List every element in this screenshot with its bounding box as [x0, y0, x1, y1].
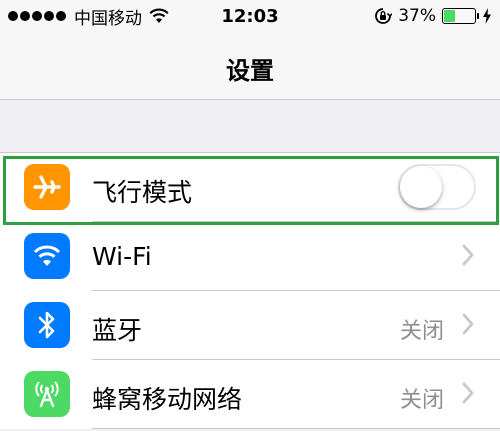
settings-value: 关闭	[399, 319, 444, 344]
settings-value: 关闭	[399, 388, 444, 413]
settings-label: Wi-Fi	[92, 242, 152, 271]
settings-label: 飞行模式	[92, 178, 193, 207]
airplane-icon	[24, 164, 70, 210]
battery-fill	[444, 10, 456, 22]
row-divider	[92, 428, 500, 429]
battery-icon	[442, 8, 479, 24]
settings-list: 飞行模式 Wi-Fi 蓝牙 关闭 蜂窝移动网络 关闭	[0, 152, 500, 429]
charging-icon	[483, 8, 491, 24]
settings-row-wifi[interactable]: Wi-Fi	[0, 222, 500, 291]
settings-row-airplane-mode[interactable]: 飞行模式	[0, 153, 500, 222]
settings-label: 蜂窝移动网络	[92, 385, 243, 414]
chevron-right-icon	[462, 382, 474, 404]
status-bar: 中国移动 12:03 37%	[0, 0, 500, 32]
settings-label: 蓝牙	[92, 316, 143, 345]
bluetooth-icon	[24, 302, 70, 348]
cellular-icon	[24, 371, 70, 417]
toggle-knob	[400, 166, 442, 208]
airplane-mode-toggle[interactable]	[398, 164, 476, 210]
chevron-right-icon	[462, 244, 474, 266]
status-right: 37%	[374, 6, 492, 26]
orientation-lock-icon	[375, 8, 393, 24]
battery-percent: 37%	[398, 6, 436, 26]
wifi-icon	[24, 233, 70, 279]
settings-row-cellular[interactable]: 蜂窝移动网络 关闭	[0, 360, 500, 429]
navigation-bar: 设置	[0, 32, 500, 100]
chevron-right-icon	[462, 313, 474, 335]
settings-row-bluetooth[interactable]: 蓝牙 关闭	[0, 291, 500, 360]
page-title: 设置	[226, 57, 274, 85]
